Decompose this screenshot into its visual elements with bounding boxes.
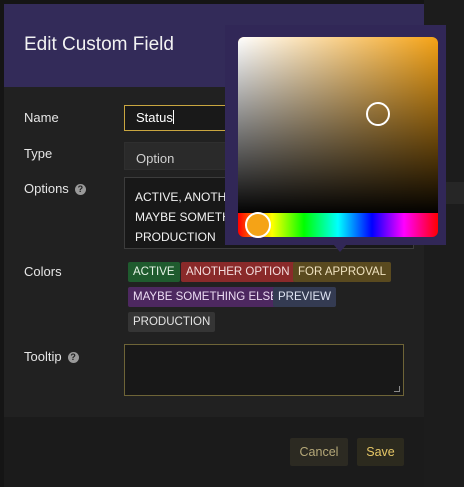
resize-grip-icon[interactable] <box>394 386 400 392</box>
color-tag-maybe-something-else[interactable]: MAYBE SOMETHING ELSE <box>128 287 283 307</box>
black-gradient <box>238 37 438 215</box>
tooltip-label-wrap: Tooltip? <box>24 349 79 364</box>
hue-slider-handle[interactable] <box>245 212 271 238</box>
color-tag-for-approval[interactable]: FOR APPROVAL <box>293 262 391 282</box>
name-input-value: Status <box>136 110 173 125</box>
options-label: Options <box>24 181 69 196</box>
options-label-wrap: Options? <box>24 181 86 196</box>
save-button[interactable]: Save <box>357 438 404 466</box>
tooltip-label: Tooltip <box>24 349 62 364</box>
color-tag-production[interactable]: PRODUCTION <box>128 312 216 332</box>
question-circle-icon[interactable]: ? <box>74 184 86 195</box>
hue-slider[interactable] <box>238 212 438 238</box>
color-picker-popover <box>225 25 446 245</box>
saturation-brightness-area[interactable] <box>238 37 438 215</box>
cancel-button[interactable]: Cancel <box>290 438 348 466</box>
color-tag-preview[interactable]: PREVIEW <box>273 287 337 307</box>
popover-arrow <box>333 244 347 252</box>
type-select-value: Option <box>136 151 175 166</box>
type-label: Type <box>24 146 53 161</box>
saturation-brightness-handle[interactable] <box>366 102 390 127</box>
color-tag-another-option[interactable]: ANOTHER OPTION <box>181 262 295 282</box>
tooltip-textarea[interactable] <box>124 344 404 396</box>
colors-label: Colors <box>24 264 62 279</box>
dialog-title: Edit Custom Field <box>24 34 174 55</box>
name-label: Name <box>24 110 59 125</box>
question-circle-icon[interactable]: ? <box>67 352 79 363</box>
color-tag-active[interactable]: ACTIVE <box>128 262 180 282</box>
dialog-footer: Cancel Save <box>4 417 424 487</box>
text-caret <box>172 110 174 124</box>
